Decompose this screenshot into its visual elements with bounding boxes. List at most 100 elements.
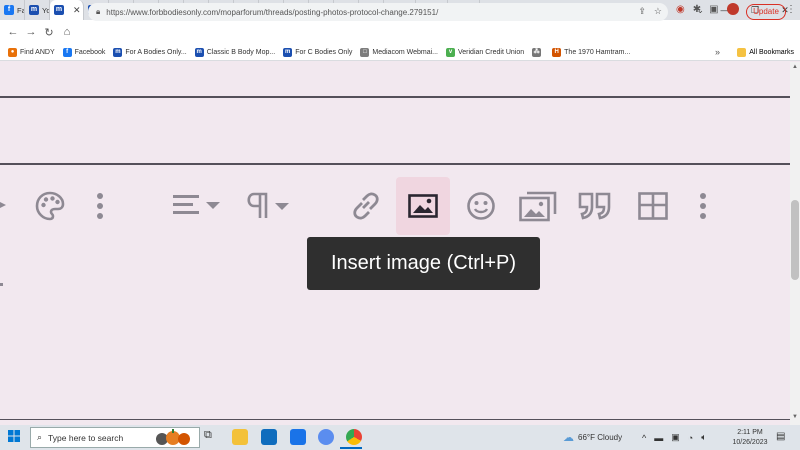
folder-icon (737, 48, 747, 57)
mediacom-icon: □ (360, 47, 370, 57)
hh-icon: H (552, 47, 562, 57)
tab-label: You (42, 5, 49, 15)
mopar-icon: m (194, 47, 204, 57)
back-icon[interactable]: ← (4, 26, 22, 38)
all-bookmarks-button[interactable]: All Bookmarks (737, 44, 794, 61)
scroll-up-icon[interactable]: ▲ (792, 64, 798, 70)
menu-kebab-icon[interactable]: ⋮ (786, 4, 796, 15)
editor-toolbar-border (0, 163, 790, 165)
veridian-icon: v (446, 47, 455, 57)
image-icon[interactable] (408, 194, 438, 218)
browser-tab[interactable]: fFace (0, 0, 25, 20)
bookmark-item[interactable]: v Veridian Credit Union (446, 47, 524, 57)
tab-close-icon[interactable]: ✕ (73, 5, 81, 16)
side-panel-icon[interactable]: ▣ (709, 4, 718, 15)
scroll-down-icon[interactable]: ▼ (792, 414, 798, 420)
notifications-icon[interactable]: ▤ (776, 431, 785, 442)
smiley-icon[interactable] (466, 191, 496, 221)
cloud-icon: ☁ (563, 432, 574, 444)
extension-icons: ◉ ✱ ▣ (676, 3, 739, 15)
insert-image-tooltip: Insert image (Ctrl+P) (307, 237, 540, 290)
bookmark-label: The 1970 Hamtram... (564, 48, 631, 56)
chrome-icon[interactable] (346, 429, 362, 445)
start-button[interactable] (0, 429, 28, 447)
bookmark-item[interactable]: ⁂ (532, 47, 544, 57)
more-vertical-icon[interactable] (96, 193, 104, 219)
bookmark-label: For C Bodies Only (295, 48, 353, 56)
taskbar-clock[interactable]: 2:11 PM 10/26/2023 (728, 428, 772, 448)
palette-icon[interactable] (34, 190, 66, 222)
tab-label: Face (17, 5, 25, 15)
clock-date: 10/26/2023 (732, 439, 768, 446)
volume-icon[interactable]: 🔈︎ (701, 432, 706, 443)
link-icon[interactable] (350, 191, 382, 221)
chrome-active-indicator (340, 447, 362, 449)
bookmark-item[interactable]: f Facebook (62, 47, 106, 57)
caret-down-icon[interactable] (0, 200, 8, 210)
bookmark-item[interactable]: m For C Bodies Only (283, 47, 353, 57)
bookmark-label: Classic B Body Mop... (206, 48, 276, 56)
reload-icon[interactable]: ↻ (40, 26, 58, 39)
browser-tab[interactable]: mYou (25, 0, 50, 20)
bookmark-label: For A Bodies Only... (125, 48, 187, 56)
omnibox-actions: ⇪ ☆ (638, 6, 662, 17)
more-vertical-icon[interactable] (699, 193, 707, 219)
bookmark-label: Facebook (74, 48, 106, 56)
home-icon[interactable]: ⌂ (58, 26, 76, 38)
all-bookmarks-label: All Bookmarks (749, 49, 794, 56)
facebook-icon: f (4, 5, 14, 15)
table-icon[interactable] (638, 192, 668, 220)
browser-toolbar: ← → ↻ ⌂ (0, 20, 800, 44)
mopar-icon: m (29, 5, 39, 15)
weather-text: 66°F Cloudy (578, 433, 623, 442)
address-bar[interactable]: 🔒︎ https://www.forbbodiesonly.com/moparf… (88, 3, 668, 21)
bookmark-item[interactable]: m Classic B Body Mop... (194, 47, 276, 57)
mail-icon[interactable] (261, 429, 277, 445)
weather-widget[interactable]: ☁ 66°F Cloudy (563, 425, 622, 450)
puzzle-icon[interactable]: ✱ (693, 4, 701, 15)
forward-icon[interactable]: → (22, 26, 40, 38)
task-view-icon[interactable]: ⧉ (204, 429, 220, 445)
editor-bottom-border (0, 419, 790, 420)
facebook-icon: f (62, 47, 72, 57)
address-url: https://www.forbbodiesonly.com/moparforu… (106, 7, 439, 17)
bookmark-label: Mediacom Webmai... (372, 48, 438, 56)
update-button[interactable]: Update (746, 4, 786, 20)
bookmark-item[interactable]: □ Mediacom Webmai... (360, 47, 438, 57)
mopar-icon: m (283, 47, 293, 57)
browser-tab[interactable]: m ✕ (50, 0, 84, 20)
pumpkin-icon (156, 429, 190, 445)
text-cursor-mark (0, 283, 3, 286)
windows-logo-icon (8, 429, 20, 442)
bookmarks-overflow-icon[interactable]: » (715, 44, 720, 61)
extension-badge-icon[interactable]: ◉ (676, 4, 685, 15)
store-icon[interactable] (290, 429, 306, 445)
photos-icon[interactable] (318, 429, 334, 445)
lock-icon[interactable]: 🔒︎ (96, 7, 100, 17)
system-tray: ^ ▬ ▣ ◔ 🔈︎ (642, 425, 707, 450)
meet-icon[interactable]: ▬ (654, 433, 663, 443)
chevron-up-icon[interactable]: ^ (642, 433, 646, 443)
bookmark-item[interactable]: m For A Bodies Only... (113, 47, 187, 57)
avatar[interactable] (726, 3, 739, 15)
editor-top-border (0, 96, 790, 98)
align-left-icon[interactable] (173, 194, 223, 218)
network-icon[interactable]: ◔ (688, 433, 693, 443)
bookmark-item[interactable]: H The 1970 Hamtram... (552, 47, 631, 57)
mopar-icon: m (113, 47, 123, 57)
search-icon: ⌕ (37, 432, 43, 442)
media-gallery-icon[interactable] (519, 190, 557, 222)
scrollbar-thumb[interactable] (791, 200, 799, 280)
bookmarks-bar: ● Find ANDY f Facebook m For A Bodies Only...… (0, 44, 800, 61)
quote-icon[interactable] (578, 192, 612, 220)
bookmark-item[interactable]: ● Find ANDY (8, 47, 55, 57)
display-icon[interactable]: ▣ (671, 432, 680, 443)
script-icon: ⁂ (532, 47, 542, 57)
paragraph-icon[interactable] (244, 192, 292, 220)
bookmark-star-icon[interactable]: ☆ (654, 6, 662, 17)
file-explorer-icon[interactable] (232, 429, 248, 445)
taskbar-search-placeholder: Type here to search (48, 432, 124, 443)
share-icon[interactable]: ⇪ (638, 6, 646, 17)
clock-time: 2:11 PM (737, 429, 763, 436)
mopar-icon: m (54, 5, 64, 15)
